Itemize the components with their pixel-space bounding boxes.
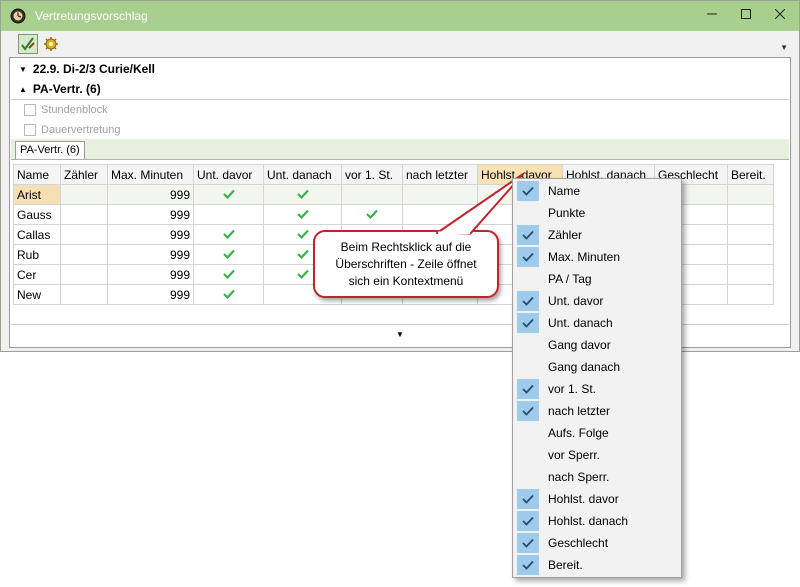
context-menu-item[interactable]: nach Sperr. <box>515 466 679 488</box>
check-icon <box>517 489 539 509</box>
context-menu-item-label: nach letzter <box>548 404 611 418</box>
context-menu-item[interactable]: Gang davor <box>515 334 679 356</box>
check-icon <box>517 555 539 575</box>
check-icon <box>517 533 539 553</box>
context-menu-item[interactable]: Name <box>515 180 679 202</box>
context-menu-item[interactable]: vor 1. St. <box>515 378 679 400</box>
check-icon <box>517 511 539 531</box>
context-menu-item[interactable]: Aufs. Folge <box>515 422 679 444</box>
context-menu-item[interactable]: vor Sperr. <box>515 444 679 466</box>
context-menu-item-label: Hohlst. davor <box>548 492 619 506</box>
context-menu-item-label: PA / Tag <box>548 272 592 286</box>
context-menu-item[interactable]: Punkte <box>515 202 679 224</box>
check-icon <box>517 379 539 399</box>
context-menu-item[interactable]: Bereit. <box>515 554 679 576</box>
context-menu-item[interactable]: Hohlst. danach <box>515 510 679 532</box>
context-menu-item-label: Gang danach <box>548 360 621 374</box>
context-menu-item-label: Hohlst. danach <box>548 514 629 528</box>
context-menu-item-label: vor Sperr. <box>548 448 601 462</box>
check-icon <box>517 291 539 311</box>
context-menu-item-label: vor 1. St. <box>548 382 597 396</box>
check-icon <box>517 401 539 421</box>
context-menu-item-label: Aufs. Folge <box>548 426 609 440</box>
check-icon <box>517 225 539 245</box>
context-menu-item[interactable]: nach letzter <box>515 400 679 422</box>
context-menu-item[interactable]: Hohlst. davor <box>515 488 679 510</box>
context-menu-item-label: Punkte <box>548 206 586 220</box>
context-menu-item[interactable]: Unt. davor <box>515 290 679 312</box>
context-menu-item[interactable]: Max. Minuten <box>515 246 679 268</box>
context-menu-item[interactable]: Unt. danach <box>515 312 679 334</box>
context-menu-item-label: Name <box>548 184 581 198</box>
context-menu-item[interactable]: Zähler <box>515 224 679 246</box>
context-menu-item-label: Unt. davor <box>548 294 604 308</box>
context-menu-item-label: Max. Minuten <box>548 250 621 264</box>
context-menu-item-label: Geschlecht <box>548 536 609 550</box>
context-menu-item[interactable]: Gang danach <box>515 356 679 378</box>
column-context-menu: Name Punkte Zähler Max. Minuten PA / Tag Unt.… <box>512 178 682 578</box>
check-icon <box>517 247 539 267</box>
check-icon <box>517 181 539 201</box>
context-menu-item-label: Gang davor <box>548 338 611 352</box>
context-menu-item[interactable]: PA / Tag <box>515 268 679 290</box>
context-menu-item-label: nach Sperr. <box>548 470 610 484</box>
context-menu-item[interactable]: Geschlecht <box>515 532 679 554</box>
context-menu-item-label: Unt. danach <box>548 316 613 330</box>
check-icon <box>517 313 539 333</box>
context-menu-item-label: Zähler <box>548 228 583 242</box>
context-menu-item-label: Bereit. <box>548 558 583 572</box>
